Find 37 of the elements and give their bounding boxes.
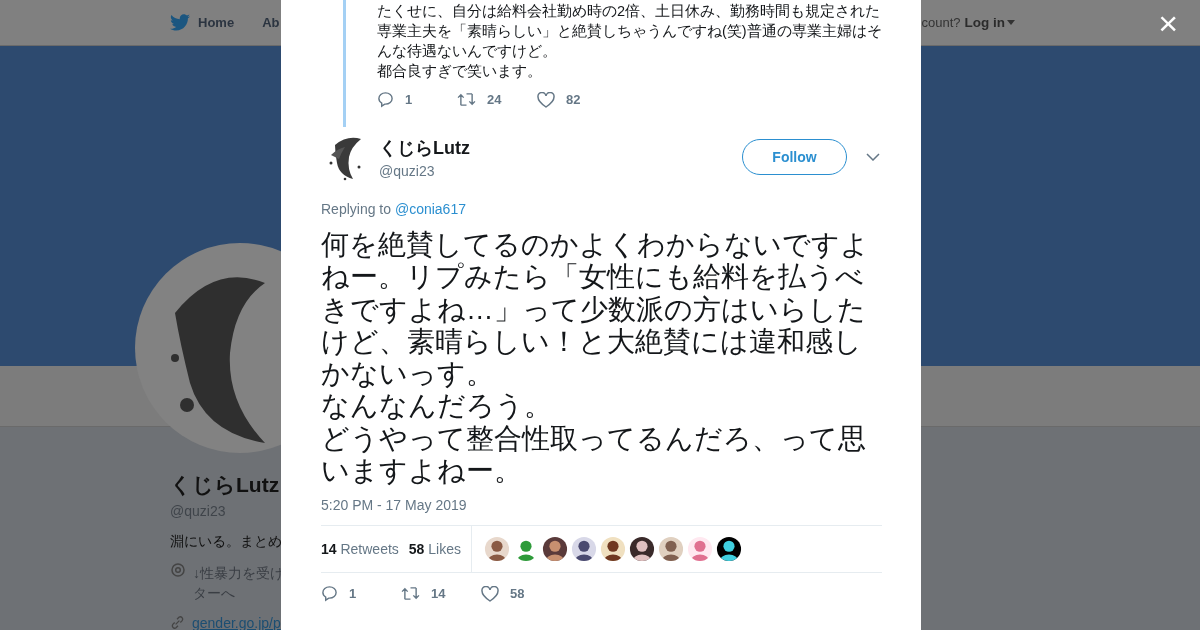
retweet-icon [457,92,476,107]
profile-name: くじらLutz [170,472,280,498]
tweet-text: なんなんだろう。 [321,390,553,423]
tweet-text: たくせに、自分は給料会社勤め時の2倍、土日休み、勤務時間も規定された専業主夫を「素晴らしい」と絶賛しちゃうんですね(笑)普通の専業主婦はそんな待遇ないんですけど。 [377,2,882,61]
reply-button[interactable]: 1 [321,585,401,603]
user-name: くじらLutz [379,136,470,160]
reply-icon [377,91,394,108]
heart-icon [481,585,499,602]
retweet-icon [401,586,420,602]
like-count[interactable]: 58 Likes [408,541,461,558]
retweet-count[interactable]: 14 Retweets [321,541,399,558]
reply-button[interactable]: 1 [377,91,457,108]
profile-bio: 淵にいる。まとめ [170,533,282,551]
login-link[interactable]: Log in [964,15,1015,30]
heart-icon [537,91,555,108]
tweet-timestamp: 5:20 PM - 17 May 2019 [321,497,882,527]
follow-button[interactable]: Follow [742,139,847,175]
tweet-text: どうやって整合性取ってるんだろ、って思いますよねー。 [321,422,867,488]
caret-icon [1007,20,1015,25]
tweet-text: 何を絶賛してるのかよくわからないですよねー。リプみたら「女性にも給料を払うべきですよね…」って少数派の方はいらしたけど、素晴らしい！と大絶賛には違和感しかないっす。 [321,229,869,391]
bird-icon [170,14,190,31]
close-button[interactable]: × [1158,5,1178,40]
link-icon [170,615,185,630]
home-link[interactable]: Home [170,14,235,31]
retweet-button[interactable]: 24 [457,92,537,107]
replying-label: Replying to [321,201,392,217]
like-button[interactable]: 82 [537,91,617,108]
user-handle: @quzi23 [379,162,436,179]
retweet-button[interactable]: 14 [401,586,481,602]
about-link[interactable]: Ab [262,15,280,30]
like-button[interactable]: 58 [481,585,561,602]
mention-link[interactable]: @conia617 [394,201,466,217]
account-prompt: count? [921,15,961,30]
tweet-text: 都合良すぎで笑います。 [377,62,543,81]
reply-icon [321,585,338,603]
chevron-down-icon[interactable] [866,153,880,161]
location-icon [170,563,186,579]
